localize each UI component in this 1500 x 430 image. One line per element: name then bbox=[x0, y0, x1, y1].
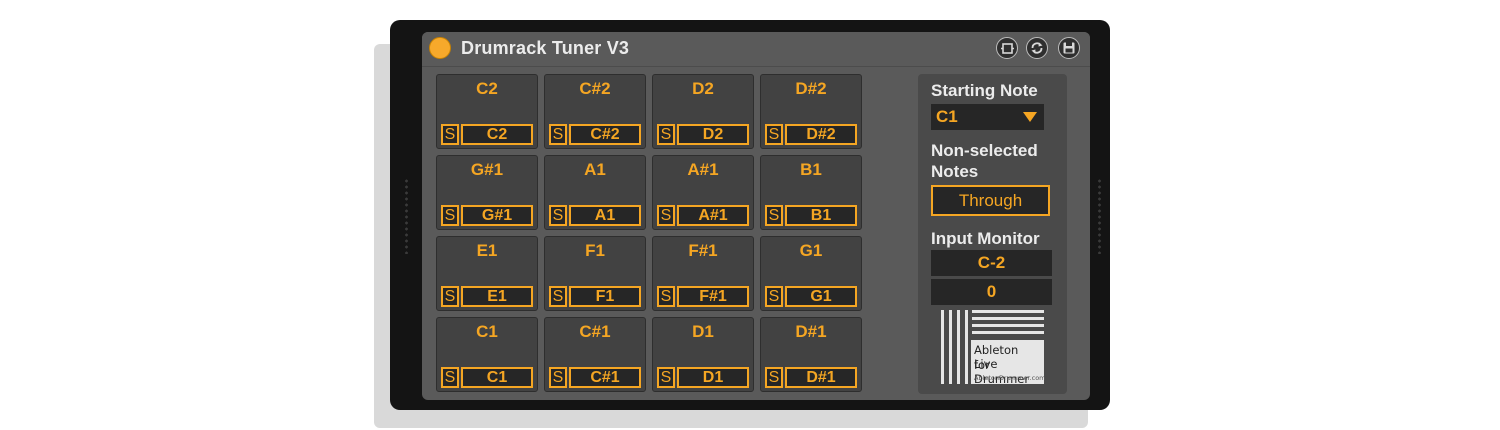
drum-pad[interactable]: D1 S D1 bbox=[652, 317, 754, 392]
drum-pad[interactable]: A1 S A1 bbox=[544, 155, 646, 230]
non-selected-label-1: Non-selected bbox=[931, 141, 1038, 160]
drum-pad[interactable]: C1 S C1 bbox=[436, 317, 538, 392]
pad-note-label: F1 bbox=[585, 241, 605, 260]
pad-note-label: C1 bbox=[476, 322, 498, 341]
pad-select-toggle[interactable]: S bbox=[765, 367, 783, 388]
pad-note-selector[interactable]: G#1 bbox=[461, 205, 533, 226]
pad-note-label: C#2 bbox=[579, 79, 611, 98]
starting-note-label: Starting Note bbox=[931, 81, 1038, 100]
logo-bar bbox=[972, 310, 1044, 313]
hotswap-icon bbox=[1000, 42, 1014, 54]
pad-note-selector[interactable]: B1 bbox=[785, 205, 857, 226]
device-grip-right[interactable] bbox=[1097, 178, 1102, 254]
pad-note-selector[interactable]: F1 bbox=[569, 286, 641, 307]
pad-note-label: C2 bbox=[476, 79, 498, 98]
pad-note-selector[interactable]: F#1 bbox=[677, 286, 749, 307]
logo-url: AbletonDrummer.com bbox=[974, 374, 1046, 382]
drum-pad[interactable]: C#1 S C#1 bbox=[544, 317, 646, 392]
ableton-drummer-logo: Ableton Live for Drummer AbletonDrummer.… bbox=[938, 310, 1046, 386]
pad-note-selector[interactable]: D#1 bbox=[785, 367, 857, 388]
logo-bar bbox=[972, 324, 1044, 327]
pad-select-toggle[interactable]: S bbox=[657, 205, 675, 226]
device-grip-left[interactable] bbox=[404, 178, 409, 254]
pad-note-selector[interactable]: C#1 bbox=[569, 367, 641, 388]
settings-panel: Starting Note C1 Non-selected Notes Thro… bbox=[918, 74, 1067, 394]
pad-select-toggle[interactable]: S bbox=[657, 286, 675, 307]
drum-pad[interactable]: F1 S F1 bbox=[544, 236, 646, 311]
starting-note-value: C1 bbox=[936, 107, 958, 126]
hotswap-button[interactable] bbox=[996, 37, 1018, 59]
save-button[interactable] bbox=[1058, 37, 1080, 59]
pad-note-label: D#1 bbox=[795, 322, 827, 341]
pad-note-label: E1 bbox=[476, 241, 498, 260]
drum-pad[interactable]: D2 S D2 bbox=[652, 74, 754, 149]
pad-select-toggle[interactable]: S bbox=[549, 286, 567, 307]
non-selected-notes-button[interactable]: Through bbox=[931, 185, 1050, 216]
pad-note-selector[interactable]: D#2 bbox=[785, 124, 857, 145]
logo-bar bbox=[965, 310, 968, 384]
pad-select-toggle[interactable]: S bbox=[549, 367, 567, 388]
drum-pad[interactable]: G1 S G1 bbox=[760, 236, 862, 311]
pad-note-label: G1 bbox=[799, 241, 823, 260]
pad-select-toggle[interactable]: S bbox=[657, 367, 675, 388]
drum-pad[interactable]: D#2 S D#2 bbox=[760, 74, 862, 149]
drum-pad[interactable]: F#1 S F#1 bbox=[652, 236, 754, 311]
device-panel: Drumrack Tuner V3 C2 S C2 C#2 S C#2 D2 S… bbox=[422, 32, 1090, 400]
pad-note-label: G#1 bbox=[470, 160, 504, 179]
drum-pad[interactable]: A#1 S A#1 bbox=[652, 155, 754, 230]
pad-note-selector[interactable]: A1 bbox=[569, 205, 641, 226]
pad-note-label: D#2 bbox=[795, 79, 827, 98]
drum-pad[interactable]: E1 S E1 bbox=[436, 236, 538, 311]
logo-text-box: Ableton Live for Drummer AbletonDrummer.… bbox=[971, 340, 1046, 386]
pad-note-label: D1 bbox=[692, 322, 714, 341]
pad-note-selector[interactable]: A#1 bbox=[677, 205, 749, 226]
pad-select-toggle[interactable]: S bbox=[765, 124, 783, 145]
input-monitor-note: C-2 bbox=[931, 250, 1052, 276]
pad-select-toggle[interactable]: S bbox=[441, 124, 459, 145]
pad-note-label: A1 bbox=[584, 160, 606, 179]
pad-note-label: C#1 bbox=[579, 322, 611, 341]
save-icon bbox=[1063, 42, 1075, 54]
logo-bar bbox=[972, 317, 1044, 320]
non-selected-label-2: Notes bbox=[931, 162, 979, 181]
pad-select-toggle[interactable]: S bbox=[441, 367, 459, 388]
drum-pad[interactable]: G#1 S G#1 bbox=[436, 155, 538, 230]
pad-note-selector[interactable]: C#2 bbox=[569, 124, 641, 145]
dropdown-arrow-icon bbox=[1023, 112, 1037, 122]
device-power-toggle[interactable] bbox=[429, 37, 451, 59]
pad-note-label: D2 bbox=[692, 79, 714, 98]
logo-bar bbox=[941, 310, 944, 384]
pad-note-selector[interactable]: C1 bbox=[461, 367, 533, 388]
drum-pad[interactable]: C2 S C2 bbox=[436, 74, 538, 149]
refresh-button[interactable] bbox=[1026, 37, 1048, 59]
drum-pad[interactable]: C#2 S C#2 bbox=[544, 74, 646, 149]
pad-select-toggle[interactable]: S bbox=[549, 205, 567, 226]
pad-note-label: F#1 bbox=[688, 241, 718, 260]
device-title: Drumrack Tuner V3 bbox=[461, 38, 630, 58]
pad-note-label: A#1 bbox=[687, 160, 719, 179]
logo-bar bbox=[957, 310, 960, 384]
starting-note-dropdown[interactable]: C1 bbox=[931, 104, 1044, 130]
logo-bar bbox=[949, 310, 952, 384]
pad-select-toggle[interactable]: S bbox=[549, 124, 567, 145]
input-monitor-label: Input Monitor bbox=[931, 229, 1040, 248]
pad-note-selector[interactable]: C2 bbox=[461, 124, 533, 145]
device-titlebar: Drumrack Tuner V3 bbox=[422, 32, 1090, 67]
pad-note-selector[interactable]: G1 bbox=[785, 286, 857, 307]
pad-note-selector[interactable]: D1 bbox=[677, 367, 749, 388]
pad-select-toggle[interactable]: S bbox=[765, 286, 783, 307]
drum-pad[interactable]: D#1 S D#1 bbox=[760, 317, 862, 392]
pad-note-selector[interactable]: E1 bbox=[461, 286, 533, 307]
pad-select-toggle[interactable]: S bbox=[657, 124, 675, 145]
pad-select-toggle[interactable]: S bbox=[765, 205, 783, 226]
input-monitor-velocity: 0 bbox=[931, 279, 1052, 305]
pad-note-selector[interactable]: D2 bbox=[677, 124, 749, 145]
refresh-icon bbox=[1031, 42, 1043, 54]
pad-select-toggle[interactable]: S bbox=[441, 205, 459, 226]
drum-pad[interactable]: B1 S B1 bbox=[760, 155, 862, 230]
pad-select-toggle[interactable]: S bbox=[441, 286, 459, 307]
logo-bar bbox=[972, 331, 1044, 334]
pad-note-label: B1 bbox=[800, 160, 822, 179]
